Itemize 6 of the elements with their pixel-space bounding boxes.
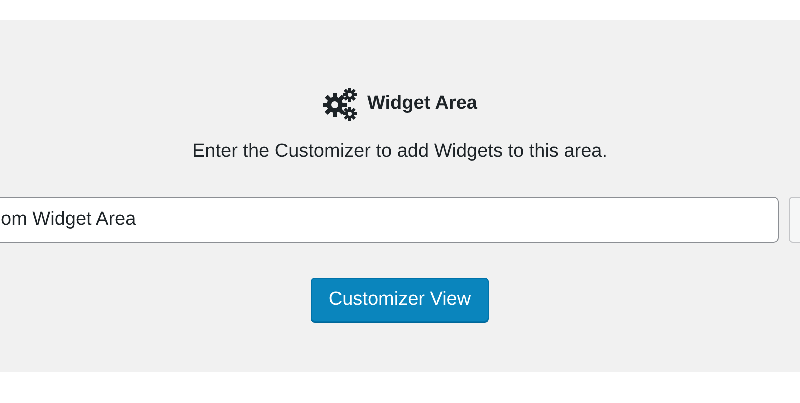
- widget-area-name-field[interactable]: om Widget Area: [0, 197, 779, 243]
- side-button[interactable]: [789, 197, 800, 243]
- customizer-view-button[interactable]: Customizer View: [310, 278, 490, 322]
- widget-area-title: Widget Area: [368, 93, 478, 115]
- description-text: Enter the Customizer to add Widgets to this area.: [192, 141, 608, 163]
- gears-icon: [322, 87, 358, 121]
